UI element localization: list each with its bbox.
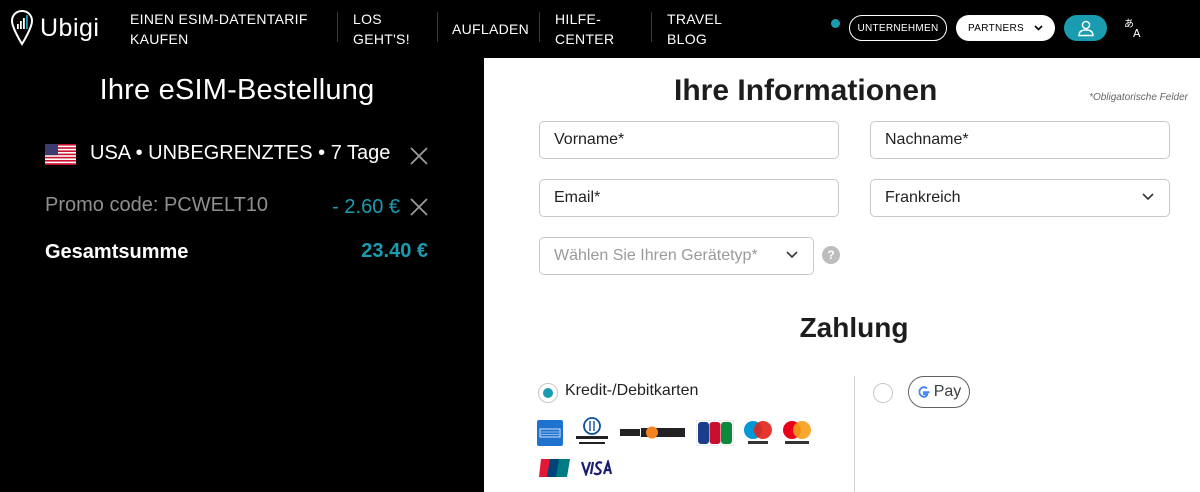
partners-dropdown[interactable]: PARTNERS bbox=[956, 15, 1055, 41]
first-name-field[interactable]: Vorname* bbox=[539, 121, 839, 159]
notification-dot bbox=[831, 19, 840, 28]
nav-divider bbox=[337, 12, 338, 42]
info-title: Ihre Informationen bbox=[674, 74, 938, 107]
chevron-down-icon bbox=[1034, 25, 1043, 31]
radio-selected-dot bbox=[543, 388, 553, 398]
unionpay-logo-icon bbox=[539, 459, 570, 477]
total-label: Gesamtsumme bbox=[45, 241, 189, 263]
nav-buy-esim-line2: KAUFEN bbox=[130, 31, 189, 47]
payment-divider bbox=[854, 376, 855, 492]
svg-text:A: A bbox=[1133, 27, 1141, 40]
partners-label: PARTNERS bbox=[968, 22, 1024, 34]
country-value: Frankreich bbox=[885, 189, 961, 206]
last-name-field[interactable]: Nachname* bbox=[870, 121, 1170, 159]
chevron-down-icon bbox=[786, 251, 798, 259]
business-button[interactable]: UNTERNEHMEN bbox=[849, 15, 947, 41]
ubigi-logo[interactable]: Ubigi bbox=[10, 8, 99, 48]
visa-logo-icon bbox=[580, 460, 613, 476]
amex-logo-icon bbox=[537, 420, 563, 446]
total-amount: 23.40 € bbox=[361, 240, 428, 262]
card-payment-label: Kredit-/Debitkarten bbox=[565, 382, 699, 399]
nav-divider bbox=[539, 12, 540, 42]
top-navigation: Ubigi EINEN ESIM-DATENTARIF KAUFEN LOS G… bbox=[0, 0, 1200, 58]
discover-logo-icon bbox=[619, 426, 685, 439]
brand-name: Ubigi bbox=[40, 13, 100, 42]
device-type-select[interactable]: Wählen Sie Ihren Gerätetyp* bbox=[539, 237, 814, 275]
maestro-logo-icon bbox=[744, 421, 772, 444]
nav-help-center[interactable]: HILFE- CENTER bbox=[555, 9, 614, 49]
nav-travel-blog-line2: BLOG bbox=[667, 31, 708, 47]
device-type-placeholder: Wählen Sie Ihren Gerätetyp* bbox=[554, 247, 758, 264]
nav-travel-blog[interactable]: TRAVEL BLOG bbox=[667, 9, 722, 49]
nav-help-center-line1: HILFE- bbox=[555, 11, 602, 27]
payment-title: Zahlung bbox=[799, 312, 909, 343]
nav-divider bbox=[651, 12, 652, 42]
device-help-icon[interactable]: ? bbox=[822, 246, 840, 264]
nav-get-started-line1: LOS bbox=[353, 11, 382, 27]
translate-icon[interactable]: あ A bbox=[1122, 16, 1146, 40]
nav-travel-blog-line1: TRAVEL bbox=[667, 11, 723, 27]
diners-club-logo-icon bbox=[576, 417, 608, 444]
remove-promo-close-icon[interactable] bbox=[409, 197, 429, 217]
chevron-down-icon bbox=[1142, 193, 1154, 201]
customer-info-panel: Ihre Informationen *Obligatorische Felde… bbox=[484, 58, 1200, 492]
nav-get-started[interactable]: LOS GEHT'S! bbox=[353, 9, 410, 49]
nav-top-up[interactable]: AUFLADEN bbox=[452, 19, 529, 39]
google-pay-radio[interactable] bbox=[873, 383, 893, 403]
google-pay-label: Pay bbox=[933, 383, 962, 400]
nav-buy-esim[interactable]: EINEN ESIM-DATENTARIF KAUFEN bbox=[130, 9, 308, 49]
country-select[interactable]: Frankreich bbox=[870, 179, 1170, 217]
order-title: Ihre eSIM-Bestellung bbox=[99, 74, 375, 106]
mastercard-logo-icon bbox=[783, 421, 811, 444]
product-name: USA • UNBEGRENZTES • 7 Tage bbox=[90, 142, 391, 164]
user-icon bbox=[1077, 20, 1094, 37]
required-fields-note: *Obligatorische Felder bbox=[1089, 92, 1188, 103]
us-flag-icon bbox=[45, 144, 76, 165]
nav-help-center-line2: CENTER bbox=[555, 31, 615, 47]
jcb-logo-icon bbox=[696, 420, 734, 446]
nav-divider bbox=[437, 12, 438, 42]
nav-top-up-label: AUFLADEN bbox=[452, 21, 530, 37]
google-pay-button[interactable]: Pay bbox=[908, 376, 970, 408]
nav-buy-esim-line1: EINEN ESIM-DATENTARIF bbox=[130, 11, 308, 27]
promo-code-label: Promo code: PCWELT10 bbox=[45, 194, 269, 216]
email-field[interactable]: Email* bbox=[539, 179, 839, 217]
account-button[interactable] bbox=[1064, 15, 1107, 41]
google-g-icon bbox=[918, 386, 930, 398]
remove-product-close-icon[interactable] bbox=[409, 146, 429, 166]
order-summary-panel: Ihre eSIM-Bestellung USA • UNBEGRENZTES … bbox=[0, 58, 484, 492]
promo-discount-amount: - 2.60 € bbox=[332, 196, 400, 218]
location-pin-icon bbox=[10, 9, 34, 46]
nav-get-started-line2: GEHT'S! bbox=[353, 31, 410, 47]
card-payment-radio[interactable] bbox=[538, 383, 558, 403]
